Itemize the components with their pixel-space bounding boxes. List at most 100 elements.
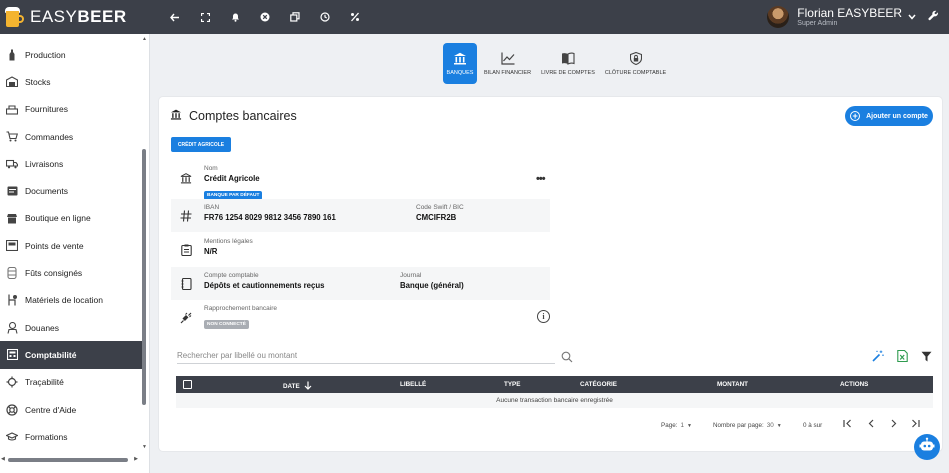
account-name-value: Crédit Agricole <box>204 174 260 183</box>
sidebar-item-label: Fournitures <box>25 104 68 115</box>
sidebar-item-label: Fûts consignés <box>25 268 83 279</box>
tab-label: Livre de comptes <box>541 70 595 76</box>
range-info: 0 à sur <box>803 422 823 429</box>
accounting-account-field: Compte comptable Dépôts et cautionnement… <box>204 272 324 290</box>
collapse-sidebar-icon[interactable] <box>160 0 190 34</box>
sidebar-item-label: Centre d'Aide <box>25 404 77 415</box>
card-title: Comptes bancaires <box>170 109 297 123</box>
add-account-button[interactable]: + Ajouter un compte <box>845 106 933 126</box>
bell-icon[interactable] <box>220 0 250 34</box>
column-libelle[interactable]: Libellé <box>400 381 426 388</box>
bank-reconciliation-row: Rapprochement bancaire Non connecté i <box>171 301 550 334</box>
column-categorie[interactable]: Catégorie <box>580 381 617 388</box>
tab-bilan-financier[interactable]: Bilan financier <box>481 43 534 84</box>
user-name: Florian EASYBEER <box>797 5 902 20</box>
fullscreen-icon[interactable] <box>190 0 220 34</box>
sidebar-vertical-scrollbar[interactable]: ▲ ▼ <box>141 34 147 452</box>
chevron-down-icon[interactable] <box>908 12 916 22</box>
copy-icon[interactable] <box>280 0 310 34</box>
tab-cloture-comptable[interactable]: Clôture comptable <box>602 43 669 84</box>
swift-value: CMCIFR2B <box>416 213 457 222</box>
scroll-right-icon[interactable]: ▶ <box>134 456 138 462</box>
column-date[interactable]: Date <box>283 381 312 392</box>
search-icon[interactable] <box>561 350 573 363</box>
user-menu[interactable]: Florian EASYBEER Super Admin <box>767 0 949 34</box>
book-icon <box>561 51 575 65</box>
toolbar <box>160 0 370 34</box>
percent-icon[interactable] <box>340 0 370 34</box>
assistant-bot-button[interactable] <box>914 434 940 460</box>
page-title: Comptes bancaires <box>189 109 297 123</box>
page-selector[interactable]: Page: 1 ▼ <box>661 422 692 429</box>
column-type[interactable]: Type <box>504 381 520 388</box>
legal-mentions-value: N/R <box>204 247 218 256</box>
empty-table-message: Aucune transaction bancaire enregistrée <box>176 393 933 408</box>
close-circle-icon[interactable] <box>250 0 280 34</box>
logo[interactable]: EASYBEER <box>0 6 150 28</box>
user-role: Super Admin <box>797 20 838 28</box>
field-label: Code Swift / BIC <box>416 204 464 211</box>
column-actions: Actions <box>840 381 869 388</box>
sidebar-item-formations[interactable]: Formations <box>0 423 142 450</box>
select-all-checkbox[interactable] <box>183 380 192 389</box>
sidebar-item-label: Formations <box>25 431 68 442</box>
wrench-icon[interactable] <box>928 10 939 24</box>
help-icon <box>6 403 18 416</box>
sidebar-item-tracabilite[interactable]: Traçabilité <box>0 369 142 396</box>
scroll-up-icon[interactable]: ▲ <box>142 36 147 42</box>
scrollbar-thumb[interactable] <box>142 149 146 405</box>
field-label: IBAN <box>204 204 220 211</box>
page-value: 1 <box>680 422 684 429</box>
column-label: Date <box>283 383 300 390</box>
excel-export-icon[interactable] <box>896 350 908 362</box>
scroll-down-icon[interactable]: ▼ <box>142 444 147 450</box>
sidebar-item-futs-consignes[interactable]: Fûts consignés <box>0 259 142 286</box>
sidebar-item-douanes[interactable]: Douanes <box>0 314 142 341</box>
sidebar-item-points-de-vente[interactable]: Points de vente <box>0 232 142 259</box>
search-input[interactable] <box>177 348 555 360</box>
bank-icon <box>170 109 182 123</box>
field-label: Rapprochement bancaire <box>204 305 277 312</box>
magic-wand-icon[interactable] <box>872 350 884 362</box>
last-page-icon[interactable] <box>911 419 920 428</box>
more-options-icon[interactable]: ••• <box>536 173 546 185</box>
sidebar-item-documents[interactable]: Documents <box>0 177 142 204</box>
sidebar-item-livraisons[interactable]: Livraisons <box>0 150 142 177</box>
add-account-label: Ajouter un compte <box>866 112 928 120</box>
sidebar-item-production[interactable]: Production <box>0 41 142 68</box>
scroll-left-icon[interactable]: ◀ <box>1 456 5 462</box>
previous-page-icon[interactable] <box>867 419 876 428</box>
column-montant[interactable]: Montant <box>717 381 748 388</box>
per-page-selector[interactable]: Nombre par page: 30 ▼ <box>713 422 782 429</box>
next-page-icon[interactable] <box>889 419 898 428</box>
info-icon[interactable]: i <box>537 310 550 323</box>
scrollbar-thumb[interactable] <box>8 458 128 462</box>
per-page-value: 30 <box>766 422 774 429</box>
sidebar-item-boutique-en-ligne[interactable]: Boutique en ligne <box>0 205 142 232</box>
bank-selector-chip[interactable]: Crédit Agricole <box>171 137 231 152</box>
tab-banques[interactable]: Banques <box>443 43 477 84</box>
sidebar-item-label: Boutique en ligne <box>25 213 91 224</box>
robot-icon <box>919 437 935 457</box>
sidebar-item-stocks[interactable]: Stocks <box>0 68 142 95</box>
truck-icon <box>6 158 18 170</box>
sidebar-horizontal-scrollbar[interactable]: ◀ ▶ <box>0 456 142 464</box>
sidebar-item-commandes[interactable]: Commandes <box>0 123 142 150</box>
tab-livre-de-comptes[interactable]: Livre de comptes <box>538 43 598 84</box>
dropdown-arrow-icon: ▼ <box>686 422 692 429</box>
reconciliation-field: Rapprochement bancaire Non connecté <box>204 305 277 330</box>
sidebar-item-fournitures[interactable]: Fournitures <box>0 96 142 123</box>
rental-icon <box>6 294 18 306</box>
history-icon[interactable] <box>310 0 340 34</box>
sidebar-item-materiels-de-location[interactable]: Matériels de location <box>0 287 142 314</box>
warehouse-icon <box>6 76 18 88</box>
sidebar-item-centre-daide[interactable]: Centre d'Aide <box>0 396 142 423</box>
user-info: Florian EASYBEER Super Admin <box>797 5 902 28</box>
sidebar-item-comptabilite[interactable]: Comptabilité <box>0 341 142 369</box>
first-page-icon[interactable] <box>843 419 852 428</box>
shop-icon <box>6 212 18 224</box>
filter-icon[interactable] <box>920 350 932 362</box>
store-icon <box>6 240 18 252</box>
not-connected-badge: Non connecté <box>204 320 249 329</box>
graduation-icon <box>6 431 18 443</box>
